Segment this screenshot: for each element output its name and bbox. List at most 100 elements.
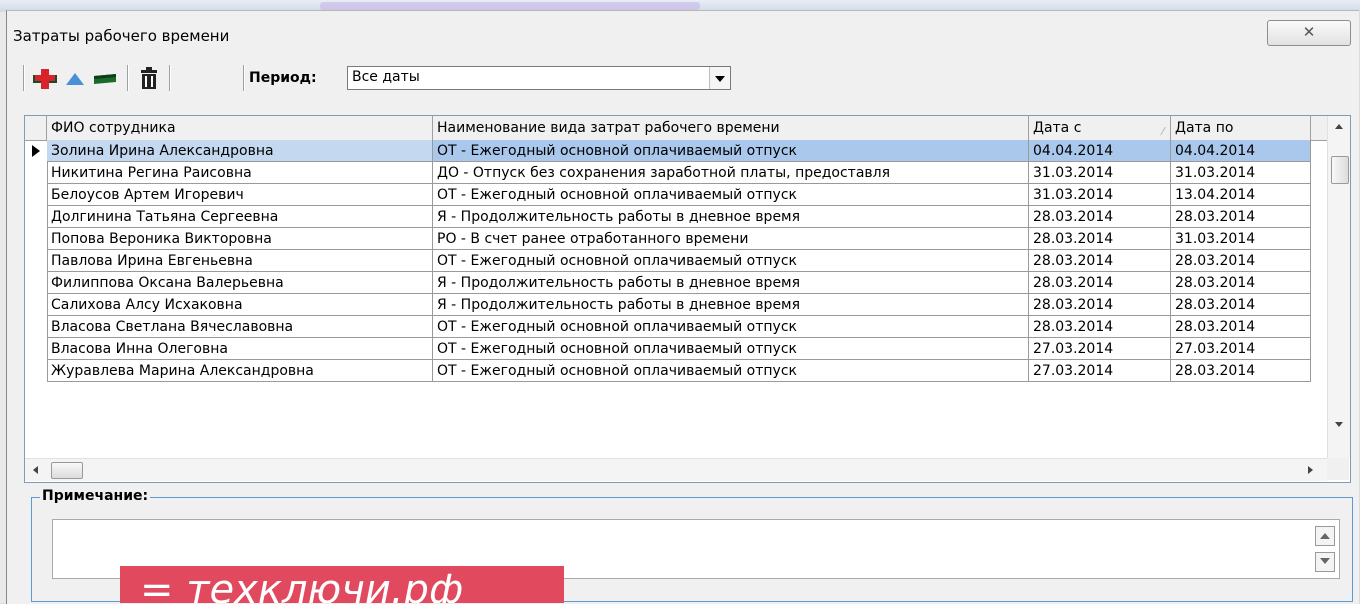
table-cell[interactable]: 28.03.2014	[1029, 316, 1171, 338]
table-cell[interactable]: Власова Инна Олеговна	[47, 338, 433, 360]
table-cell[interactable]: ОТ - Ежегодный основной оплачиваемый отп…	[433, 184, 1029, 206]
table-cell[interactable]: 28.03.2014	[1029, 228, 1171, 250]
table-cell[interactable]: ОТ - Ежегодный основной оплачиваемый отп…	[433, 316, 1029, 338]
table-cell[interactable]: 04.04.2014	[1171, 140, 1311, 162]
period-select-value: Все даты	[352, 69, 420, 85]
table-row[interactable]: Власова Инна Олеговна ОТ - Ежегодный осно…	[25, 338, 1327, 360]
table-cell[interactable]: 31.03.2014	[1171, 162, 1311, 184]
table-cell[interactable]: Я - Продолжительность работы в дневное в…	[433, 294, 1029, 316]
table-row[interactable]: Салихова Алсу Исхаковна Я - Продолжительн…	[25, 294, 1327, 316]
period-select[interactable]: Все даты	[347, 66, 731, 90]
table-cell[interactable]: 28.03.2014	[1029, 206, 1171, 228]
row-indicator[interactable]	[25, 316, 48, 338]
table-cell[interactable]: 04.04.2014	[1029, 140, 1171, 162]
table-cell[interactable]: 28.03.2014	[1029, 294, 1171, 316]
row-indicator[interactable]	[25, 162, 48, 184]
table-row[interactable]: Журавлева Марина Александровна ОТ - Ежего…	[25, 360, 1327, 382]
table-cell[interactable]: Я - Продолжительность работы в дневное в…	[433, 206, 1029, 228]
scroll-thumb[interactable]	[1331, 156, 1349, 184]
horizontal-scrollbar[interactable]	[25, 458, 1327, 481]
window-title: Затраты рабочего времени	[13, 27, 230, 45]
table-cell[interactable]: Я - Продолжительность работы в дневное в…	[433, 272, 1029, 294]
row-indicator[interactable]	[25, 228, 48, 250]
column-header-label: ФИО сотрудника	[51, 120, 176, 136]
table-row[interactable]: Власова Светлана Вячеславовна ОТ - Ежегод…	[25, 316, 1327, 338]
table-row[interactable]: Долгинина Татьяна Сергеевна Я - Продолжит…	[25, 206, 1327, 228]
records-grid[interactable]: ФИО сотрудника Наименование вида затрат …	[24, 115, 1351, 483]
column-header-date-to[interactable]: Дата по	[1171, 116, 1311, 140]
table-cell[interactable]: Белоусов Артем Игоревич	[47, 184, 433, 206]
table-cell[interactable]: Попова Вероника Викторовна	[47, 228, 433, 250]
scroll-up-icon[interactable]	[1315, 526, 1335, 546]
table-cell[interactable]: РО - В счет ранее отработанного времени	[433, 228, 1029, 250]
table-cell[interactable]: Павлова Ирина Евгеньевна	[47, 250, 433, 272]
table-cell[interactable]: ДО - Отпуск без сохранения заработной пл…	[433, 162, 1029, 184]
row-indicator[interactable]	[25, 184, 48, 206]
table-cell[interactable]: 28.03.2014	[1029, 250, 1171, 272]
table-cell[interactable]: 28.03.2014	[1171, 250, 1311, 272]
table-cell[interactable]: ОТ - Ежегодный основной оплачиваемый отп…	[433, 338, 1029, 360]
table-row[interactable]: Золина Ирина Александровна ОТ - Ежегодный…	[25, 140, 1327, 162]
table-cell[interactable]: 28.03.2014	[1171, 272, 1311, 294]
table-cell[interactable]: 28.03.2014	[1171, 316, 1311, 338]
table-cell[interactable]: 28.03.2014	[1171, 360, 1311, 382]
table-cell[interactable]: 31.03.2014	[1029, 184, 1171, 206]
column-header-name[interactable]: ФИО сотрудника	[47, 116, 433, 140]
table-row[interactable]: Попова Вероника Викторовна РО - В счет ра…	[25, 228, 1327, 250]
row-indicator[interactable]	[25, 250, 48, 272]
scroll-left-icon[interactable]	[25, 459, 47, 481]
table-row[interactable]: Павлова Ирина Евгеньевна ОТ - Ежегодный о…	[25, 250, 1327, 272]
edit-record-button[interactable]	[63, 67, 87, 89]
table-cell[interactable]: Никитина Регина Раисовна	[47, 162, 433, 184]
table-cell[interactable]: 27.03.2014	[1029, 360, 1171, 382]
table-cell[interactable]: Власова Светлана Вячеславовна	[47, 316, 433, 338]
column-header-label: Дата по	[1175, 120, 1234, 136]
table-cell[interactable]: 27.03.2014	[1029, 338, 1171, 360]
add-record-button[interactable]	[33, 67, 57, 89]
triangle-up-icon	[66, 73, 84, 85]
chevron-down-icon[interactable]	[709, 67, 730, 89]
table-cell[interactable]: Долгинина Татьяна Сергеевна	[47, 206, 433, 228]
row-indicator[interactable]	[25, 272, 48, 294]
delete-button[interactable]	[137, 67, 161, 89]
table-row[interactable]: Белоусов Артем Игоревич ОТ - Ежегодный ос…	[25, 184, 1327, 206]
row-indicator[interactable]	[25, 294, 48, 316]
column-header-type[interactable]: Наименование вида затрат рабочего времен…	[433, 116, 1029, 140]
toolbar-separator	[169, 65, 170, 91]
row-indicator[interactable]	[25, 206, 48, 228]
vertical-scrollbar[interactable]	[1327, 116, 1350, 458]
table-cell[interactable]: ОТ - Ежегодный основной оплачиваемый отп…	[433, 140, 1029, 162]
table-cell[interactable]: ОТ - Ежегодный основной оплачиваемый отп…	[433, 250, 1029, 272]
table-cell[interactable]: 28.03.2014	[1171, 206, 1311, 228]
column-header-date-from[interactable]: Дата с ⁄	[1029, 116, 1171, 140]
table-cell[interactable]: ОТ - Ежегодный основной оплачиваемый отп…	[433, 360, 1029, 382]
table-cell[interactable]: Золина Ирина Александровна	[47, 140, 433, 162]
grid-header: ФИО сотрудника Наименование вида затрат …	[25, 116, 1327, 141]
table-cell[interactable]: Журавлева Марина Александровна	[47, 360, 433, 382]
remove-record-button[interactable]	[93, 67, 117, 89]
table-cell[interactable]: 13.04.2014	[1171, 184, 1311, 206]
row-indicator[interactable]	[25, 360, 48, 382]
scroll-down-icon[interactable]	[1328, 414, 1350, 436]
minus-icon	[94, 74, 116, 84]
table-cell[interactable]: Салихова Алсу Исхаковна	[47, 294, 433, 316]
scroll-thumb[interactable]	[51, 462, 83, 479]
table-cell[interactable]: 31.03.2014	[1171, 228, 1311, 250]
toolbar-separator	[243, 65, 244, 91]
table-cell[interactable]: 28.03.2014	[1029, 272, 1171, 294]
table-cell[interactable]: 31.03.2014	[1029, 162, 1171, 184]
scroll-down-icon[interactable]	[1315, 552, 1335, 572]
table-cell[interactable]: 27.03.2014	[1171, 338, 1311, 360]
scroll-right-icon[interactable]	[1299, 459, 1321, 481]
row-indicator[interactable]	[25, 338, 48, 360]
header-indicator-cell	[25, 116, 47, 140]
close-button[interactable]: ✕	[1267, 20, 1351, 46]
table-cell[interactable]: 28.03.2014	[1171, 294, 1311, 316]
watermark-text: = техключи.рф	[140, 567, 464, 603]
table-row[interactable]: Никитина Регина Раисовна ДО - Отпуск без …	[25, 162, 1327, 184]
row-indicator[interactable]	[25, 140, 48, 162]
toolbar-separator	[23, 65, 24, 91]
table-row[interactable]: Филиппова Оксана Валерьевна Я - Продолжит…	[25, 272, 1327, 294]
scroll-up-icon[interactable]	[1328, 116, 1350, 138]
table-cell[interactable]: Филиппова Оксана Валерьевна	[47, 272, 433, 294]
